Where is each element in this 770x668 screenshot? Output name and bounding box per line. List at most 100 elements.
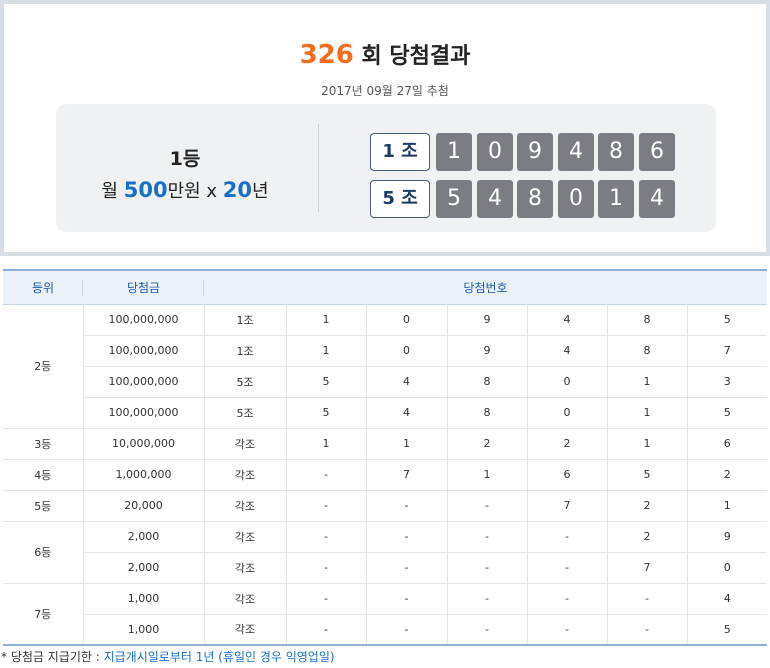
digit-cell: 0 — [687, 552, 767, 584]
digit-cell: 6 — [527, 459, 608, 491]
digit-cell: - — [286, 521, 367, 553]
digit-cell: 0 — [366, 335, 448, 367]
digit-cell: - — [527, 552, 608, 584]
digit-cell: 3 — [687, 366, 767, 398]
amount-cell: 100,000,000 — [83, 397, 205, 429]
digit-cell: 6 — [687, 428, 767, 460]
digit-cell: 9 — [447, 335, 528, 367]
first-prize-box: 1등 월 500만원 x 20년 1 조 1 0 9 4 8 6 5 조 5 4… — [56, 104, 716, 232]
number-ball: 8 — [598, 133, 634, 171]
digit-cell: 1 — [607, 397, 688, 429]
digit-cell: - — [366, 490, 448, 522]
group-cell: 각조 — [204, 459, 287, 491]
group-cell: 각조 — [204, 428, 287, 460]
digit-cell: 5 — [286, 366, 367, 398]
digit-cell: 4 — [527, 304, 608, 336]
table-row: 4등 1,000,000 각조 -7 1 6 5 2 — [3, 459, 767, 491]
prize-table-wrap: 등위 당첨금 당첨번호 2등 100,000,000 1조 1 0 9 4 8 5 100,000… — [3, 269, 767, 646]
digit-cell: 2 — [527, 428, 608, 460]
number-ball: 4 — [558, 133, 594, 171]
number-ball: 4 — [639, 180, 675, 218]
digit-cell: 1 — [286, 304, 367, 336]
amount-cell: 100,000,000 — [83, 304, 205, 336]
group-cell: 각조 — [204, 552, 287, 584]
digit-cell: - — [607, 614, 688, 646]
digit-cell: 2 — [687, 459, 767, 491]
table-row: 1,000 각조 - - - - -5 — [3, 614, 767, 646]
digit-cell: 7 — [527, 490, 608, 522]
round-number: 326 — [299, 40, 354, 70]
digit-cell: 8 — [607, 304, 688, 336]
prize-unit: 만원 x — [167, 181, 223, 202]
digit-cell: 4 — [366, 397, 448, 429]
header-amount: 당첨금 — [83, 270, 204, 304]
digit-cell: 1 — [366, 428, 448, 460]
amount-cell: 2,000 — [83, 552, 205, 584]
digit-cell: - — [286, 490, 367, 522]
digit-cell: 2 — [607, 521, 688, 553]
group-cell: 각조 — [204, 490, 287, 522]
digit-cell: - — [286, 614, 367, 646]
prize-amount: 500 — [123, 178, 168, 202]
payment-note: * 당첨금 지급기한 : 지급개시일로부터 1년 (휴일인 경우 익영업일) — [1, 648, 335, 665]
header-rank: 등위 — [3, 270, 83, 304]
prize-years: 20 — [222, 178, 253, 202]
digit-cell: 1 — [607, 366, 688, 398]
digit-cell: 0 — [527, 366, 608, 398]
rank-cell: 7등 — [3, 583, 84, 646]
table-row: 5등 20,000 각조 - - -7 2 1 — [3, 490, 767, 522]
digit-cell: 2 — [607, 490, 688, 522]
number-ball: 0 — [558, 180, 594, 218]
note-text: 지급개시일로부터 1년 (휴일인 경우 익영업일) — [103, 650, 335, 664]
result-panel: 326 회 당첨결과 2017년 09월 27일 추첨 1등 월 500만원 x… — [0, 0, 770, 256]
group-badge: 5 조 — [370, 180, 430, 218]
group-cell: 각조 — [204, 614, 287, 646]
table-row: 3등 10,000,000 각조 1 1 2 2 1 6 — [3, 428, 767, 460]
digit-cell: 1 — [607, 428, 688, 460]
digit-cell: 4 — [366, 366, 448, 398]
divider — [318, 124, 319, 212]
digit-cell: - — [527, 521, 608, 553]
group-cell: 1조 — [204, 335, 287, 367]
digit-cell: - — [286, 459, 367, 491]
amount-cell: 10,000,000 — [83, 428, 205, 460]
digit-cell: 4 — [527, 335, 608, 367]
header-numbers: 당첨번호 — [463, 280, 508, 295]
amount-cell: 2,000 — [83, 521, 205, 553]
number-ball: 8 — [517, 180, 553, 218]
table-row: 2,000 각조 - - - -7 0 — [3, 552, 767, 584]
page-title: 326 회 당첨결과 — [4, 38, 766, 70]
digit-cell: 5 — [607, 459, 688, 491]
prize-table: 등위 당첨금 당첨번호 2등 100,000,000 1조 1 0 9 4 8 5 100,000… — [3, 269, 767, 646]
header-amount-label: 당첨금 — [126, 280, 161, 295]
digit-cell: - — [447, 490, 528, 522]
first-prize-rank: 1등 — [169, 148, 201, 170]
digit-cell: 5 — [286, 397, 367, 429]
digit-cell: 1 — [286, 335, 367, 367]
prize-years-unit: 년 — [252, 181, 269, 202]
draw-date: 2017년 09월 27일 추첨 — [321, 84, 449, 98]
number-ball: 0 — [477, 133, 513, 171]
digit-cell: 5 — [687, 614, 767, 646]
digit-cell: 1 — [687, 490, 767, 522]
group-cell: 5조 — [204, 397, 287, 429]
digit-cell: - — [447, 583, 528, 615]
digit-cell: 1 — [447, 459, 528, 491]
rank-cell: 2등 — [3, 304, 84, 429]
note-label: * 당첨금 지급기한 : — [1, 650, 104, 664]
digit-cell: - — [286, 552, 367, 584]
digit-cell: 9 — [447, 304, 528, 336]
number-ball: 6 — [639, 133, 675, 171]
group-cell: 각조 — [204, 583, 287, 615]
rank-cell: 5등 — [3, 490, 84, 522]
rank-cell: 4등 — [3, 459, 84, 491]
digit-cell: - — [286, 583, 367, 615]
digit-cell: 5 — [687, 397, 767, 429]
digit-cell: 0 — [527, 397, 608, 429]
rank-cell: 6등 — [3, 521, 84, 584]
table-header-row: 등위 당첨금 당첨번호 — [3, 270, 767, 304]
digit-cell: 2 — [447, 428, 528, 460]
digit-cell: - — [447, 614, 528, 646]
number-ball: 1 — [436, 133, 472, 171]
digit-cell: - — [447, 521, 528, 553]
